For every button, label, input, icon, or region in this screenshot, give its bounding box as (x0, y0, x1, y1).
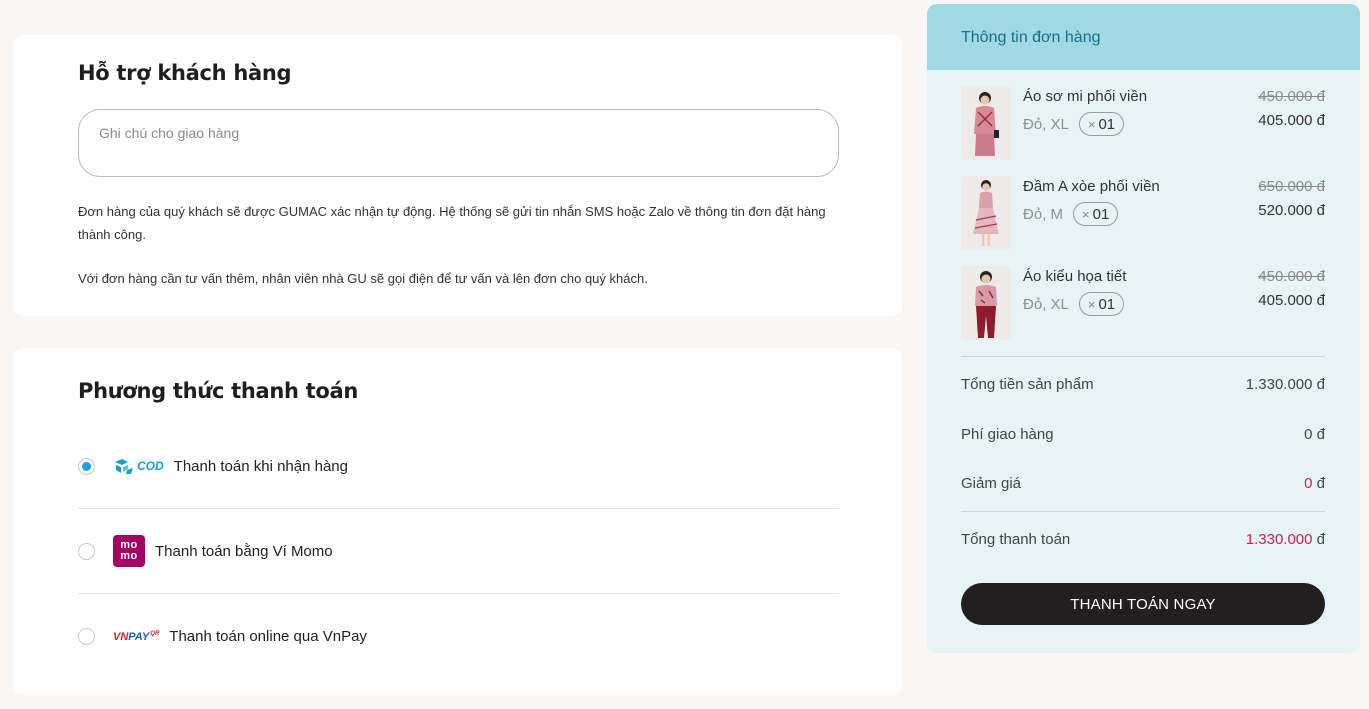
total-divider (961, 511, 1325, 512)
vnpay-logo-vn: VN (113, 630, 129, 643)
summary-divider (961, 356, 1325, 357)
grand-total-amount: 1.330.000 (1245, 531, 1313, 548)
product-name: Áo sơ mi phối viền (1023, 88, 1148, 105)
momo-logo-text-bottom: mo (120, 550, 138, 562)
shipping-fee-value: 0 đ (1304, 426, 1325, 443)
payment-option-vnpay[interactable]: VN PAY QR Thanh toán online qua VnPay (78, 594, 839, 679)
payment-label-cod: Thanh toán khi nhận hàng (173, 457, 348, 475)
auto-confirm-notice: Đơn hàng của quý khách sẽ được GUMAC xác… (78, 204, 826, 242)
product-photo-blouse (961, 266, 1011, 340)
discount-currency: đ (1312, 475, 1325, 492)
momo-logo: mo mo (113, 535, 145, 567)
product-variant-text: Đỏ, XL (1023, 115, 1069, 133)
grand-total-value: 1.330.000 đ (1246, 531, 1325, 548)
sale-price: 405.000 đ (1258, 112, 1325, 129)
quantity-value: 01 (1098, 295, 1116, 313)
quantity-badge: × 01 (1078, 292, 1125, 316)
payment-method-card: Phương thức thanh toán COD Thanh toán kh… (13, 348, 902, 694)
product-variant: Đỏ, XL × 01 (1023, 112, 1125, 136)
vnpay-logo: VN PAY QR (113, 631, 159, 643)
product-thumbnail (961, 86, 1011, 160)
subtotal-label: Tổng tiền sản phẩm (961, 376, 1094, 393)
quantity-times-icon: × (1087, 296, 1096, 312)
product-photo-dress (961, 176, 1011, 250)
vnpay-logo-qr: QR (150, 630, 160, 637)
product-thumbnail (961, 266, 1011, 340)
consult-notice: Với đơn hàng cần tư vấn thêm, nhân viên … (78, 271, 648, 286)
product-variant-text: Đỏ, M (1023, 205, 1064, 223)
order-item: Đầm A xòe phối viền Đỏ, M × 01 650.000 đ… (961, 176, 1325, 250)
payment-title: Phương thức thanh toán (78, 379, 359, 403)
grand-total-label: Tổng thanh toán (961, 531, 1071, 548)
order-summary-header: Thông tin đơn hàng (927, 4, 1360, 70)
grand-total-currency: đ (1312, 531, 1325, 548)
product-variant-text: Đỏ, XL (1023, 295, 1069, 313)
quantity-value: 01 (1098, 115, 1116, 133)
product-variant: Đỏ, M × 01 (1023, 202, 1119, 226)
vnpay-logo-pay: PAY (128, 630, 150, 643)
subtotal-value: 1.330.000 đ (1245, 376, 1325, 393)
shipping-fee-row: Phí giao hàng 0 đ (961, 426, 1325, 443)
delivery-note-input[interactable] (99, 125, 818, 161)
cod-logo: COD (113, 456, 164, 476)
quantity-times-icon: × (1087, 116, 1096, 132)
shipping-fee-label: Phí giao hàng (961, 426, 1054, 443)
product-variant: Đỏ, XL × 01 (1023, 292, 1125, 316)
quantity-badge: × 01 (1078, 112, 1125, 136)
quantity-badge: × 01 (1073, 202, 1119, 226)
sale-price: 405.000 đ (1258, 292, 1325, 309)
order-summary-panel: Thông tin đơn hàng Áo sơ mi phối viền Đỏ… (927, 4, 1360, 653)
payment-option-cod[interactable]: COD Thanh toán khi nhận hàng (78, 424, 839, 509)
delivery-truck-icon (115, 459, 133, 474)
payment-radio-momo[interactable] (78, 542, 95, 560)
payment-label-momo: Thanh toán bằng Ví Momo (155, 542, 333, 560)
checkout-button[interactable]: THANH TOÁN NGAY (961, 583, 1325, 625)
product-name: Đầm A xòe phối viền (1023, 178, 1160, 195)
discount-label: Giảm giá (961, 475, 1022, 492)
discount-value: 0 đ (1304, 475, 1325, 492)
original-price: 450.000 đ (1258, 268, 1325, 285)
original-price: 450.000 đ (1258, 88, 1325, 105)
payment-radio-cod[interactable] (78, 457, 95, 475)
support-title: Hỗ trợ khách hàng (78, 61, 292, 85)
order-item: Áo sơ mi phối viền Đỏ, XL × 01 450.000 đ… (961, 86, 1325, 160)
discount-row: Giảm giá 0 đ (961, 475, 1325, 492)
product-photo-shirt (961, 86, 1011, 160)
payment-option-momo[interactable]: mo mo Thanh toán bằng Ví Momo (78, 509, 839, 594)
delivery-note-field[interactable] (78, 109, 839, 177)
cod-logo-text: COD (137, 459, 164, 473)
payment-label-vnpay: Thanh toán online qua VnPay (169, 628, 367, 645)
quantity-value: 01 (1092, 205, 1110, 223)
original-price: 650.000 đ (1258, 178, 1325, 195)
product-name: Áo kiểu họa tiết (1023, 268, 1127, 285)
order-item: Áo kiểu họa tiết Đỏ, XL × 01 450.000 đ 4… (961, 266, 1325, 340)
product-thumbnail (961, 176, 1011, 250)
customer-support-card: Hỗ trợ khách hàng Đơn hàng của quý khách… (13, 35, 902, 316)
quantity-times-icon: × (1082, 206, 1090, 222)
subtotal-row: Tổng tiền sản phẩm 1.330.000 đ (961, 376, 1325, 393)
payment-radio-vnpay[interactable] (78, 628, 95, 645)
grand-total-row: Tổng thanh toán 1.330.000 đ (961, 531, 1325, 548)
sale-price: 520.000 đ (1258, 202, 1325, 219)
